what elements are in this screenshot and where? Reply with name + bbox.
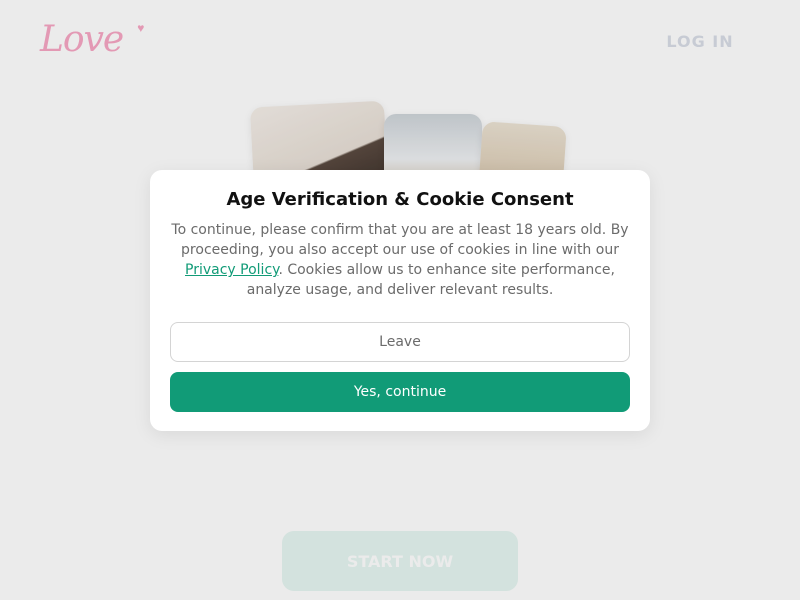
continue-button[interactable]: Yes, continue [170, 372, 630, 412]
dialog-body-text-end: . Cookies allow us to enhance site perfo… [246, 262, 615, 298]
age-cookie-dialog: Age Verification & Cookie Consent To con… [150, 170, 650, 431]
leave-button[interactable]: Leave [170, 322, 630, 362]
dialog-body-text: To continue, please confirm that you are… [171, 222, 629, 258]
dialog-body: To continue, please confirm that you are… [170, 220, 630, 300]
dialog-title: Age Verification & Cookie Consent [226, 189, 574, 210]
privacy-policy-link[interactable]: Privacy Policy [185, 262, 278, 278]
